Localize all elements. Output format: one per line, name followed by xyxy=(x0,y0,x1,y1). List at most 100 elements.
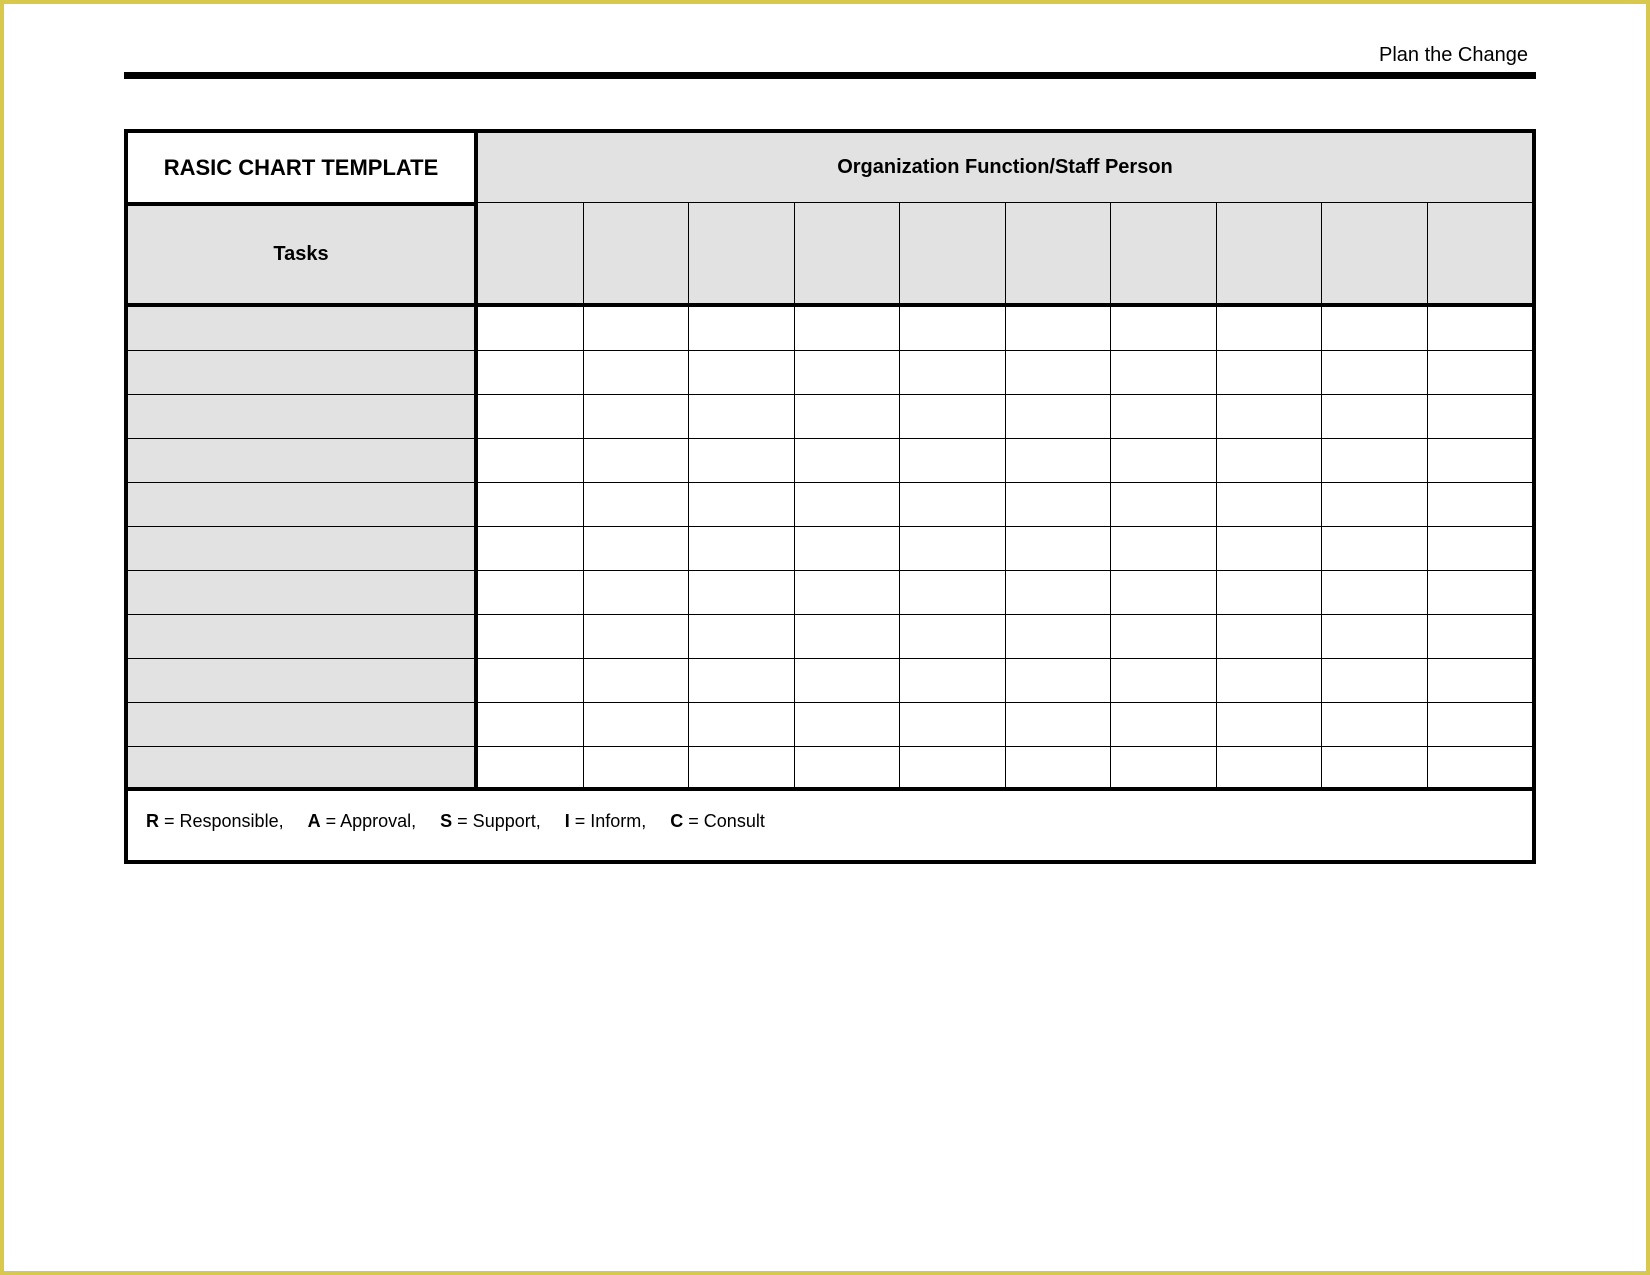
data-cell xyxy=(795,747,901,791)
data-cell xyxy=(584,527,690,571)
task-cell xyxy=(128,747,478,791)
data-cell xyxy=(795,439,901,483)
data-cell xyxy=(1428,307,1533,351)
data-cell xyxy=(1006,351,1112,395)
data-cells xyxy=(478,307,1532,351)
task-cell xyxy=(128,395,478,439)
data-cell xyxy=(1217,307,1323,351)
legend-item-s: S = Support, xyxy=(440,811,541,832)
data-cell xyxy=(478,747,584,791)
staff-col-head xyxy=(1217,202,1323,303)
data-cell xyxy=(478,615,584,659)
task-cell xyxy=(128,307,478,351)
data-cell xyxy=(1428,703,1533,747)
data-cell xyxy=(795,703,901,747)
sub-header-row: Tasks xyxy=(128,202,1532,307)
data-cell xyxy=(689,351,795,395)
data-cell xyxy=(478,571,584,615)
data-cell xyxy=(1322,615,1428,659)
data-cell xyxy=(689,439,795,483)
task-cell xyxy=(128,571,478,615)
data-cell xyxy=(478,659,584,703)
data-cell xyxy=(900,483,1006,527)
rasic-chart: RASIC CHART TEMPLATE Organization Functi… xyxy=(124,129,1536,864)
table-row xyxy=(128,571,1532,615)
table-row xyxy=(128,615,1532,659)
table-row xyxy=(128,659,1532,703)
staff-columns-header xyxy=(478,202,1532,307)
table-row xyxy=(128,483,1532,527)
data-cells xyxy=(478,439,1532,483)
legend-item-i: I = Inform, xyxy=(565,811,647,832)
data-cell xyxy=(478,483,584,527)
data-cell xyxy=(584,351,690,395)
data-cell xyxy=(795,307,901,351)
data-cells xyxy=(478,351,1532,395)
data-cell xyxy=(584,483,690,527)
data-cell xyxy=(584,307,690,351)
task-cell xyxy=(128,351,478,395)
data-cell xyxy=(689,747,795,791)
task-cell xyxy=(128,703,478,747)
data-cell xyxy=(1217,747,1323,791)
data-cell xyxy=(1217,571,1323,615)
data-cell xyxy=(1322,351,1428,395)
data-cell xyxy=(900,351,1006,395)
staff-col-head xyxy=(478,202,584,303)
data-cell xyxy=(689,483,795,527)
staff-col-head xyxy=(900,202,1006,303)
table-row xyxy=(128,439,1532,483)
data-cell xyxy=(478,527,584,571)
data-cell xyxy=(1217,395,1323,439)
data-cell xyxy=(1111,307,1217,351)
task-cell xyxy=(128,439,478,483)
table-row xyxy=(128,747,1532,791)
data-cell xyxy=(1111,615,1217,659)
data-cell xyxy=(900,307,1006,351)
data-cell xyxy=(1111,439,1217,483)
data-cell xyxy=(689,659,795,703)
table-row xyxy=(128,351,1532,395)
data-cell xyxy=(584,571,690,615)
data-cell xyxy=(1006,483,1112,527)
staff-col-head xyxy=(1322,202,1428,303)
data-cell xyxy=(1006,439,1112,483)
organization-header: Organization Function/Staff Person xyxy=(478,129,1532,202)
data-cell xyxy=(1006,527,1112,571)
page-header: Plan the Change xyxy=(124,44,1536,79)
data-cell xyxy=(1322,747,1428,791)
data-cell xyxy=(584,703,690,747)
staff-col-head xyxy=(1428,202,1533,303)
staff-col-head xyxy=(1111,202,1217,303)
data-cell xyxy=(1322,703,1428,747)
staff-col-head xyxy=(689,202,795,303)
data-cell xyxy=(900,615,1006,659)
data-cell xyxy=(1006,703,1112,747)
data-cell xyxy=(1111,703,1217,747)
data-cell xyxy=(689,527,795,571)
data-cell xyxy=(1428,571,1533,615)
header-rule xyxy=(124,72,1536,79)
data-cell xyxy=(1428,351,1533,395)
data-cell xyxy=(795,483,901,527)
data-cell xyxy=(1322,571,1428,615)
data-cell xyxy=(795,571,901,615)
data-cell xyxy=(584,395,690,439)
data-cell xyxy=(584,439,690,483)
data-cell xyxy=(1217,703,1323,747)
data-cell xyxy=(900,747,1006,791)
legend-item-a: A = Approval, xyxy=(308,811,417,832)
data-cell xyxy=(1217,615,1323,659)
top-header-row: RASIC CHART TEMPLATE Organization Functi… xyxy=(128,129,1532,202)
data-cell xyxy=(689,703,795,747)
chart-title: RASIC CHART TEMPLATE xyxy=(128,129,478,202)
table-row xyxy=(128,703,1532,747)
staff-col-head xyxy=(795,202,901,303)
data-cell xyxy=(795,395,901,439)
data-cell xyxy=(1322,439,1428,483)
page-label: Plan the Change xyxy=(124,44,1536,67)
data-cell xyxy=(1111,659,1217,703)
legend-item-r: R = Responsible, xyxy=(146,811,284,832)
table-row xyxy=(128,527,1532,571)
task-cell xyxy=(128,659,478,703)
